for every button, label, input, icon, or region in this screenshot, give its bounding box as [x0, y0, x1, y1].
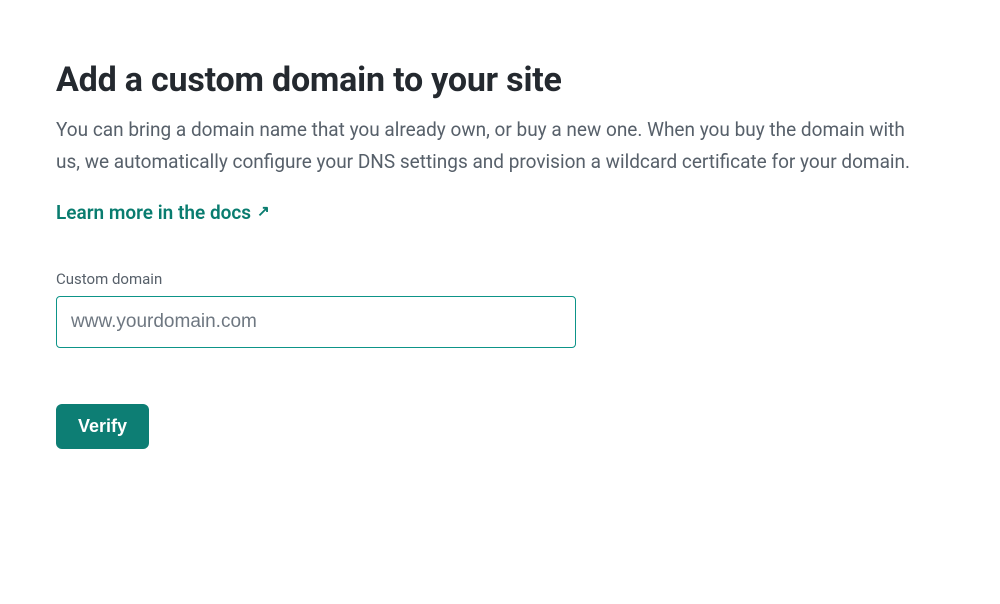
page-description: You can bring a domain name that you alr… — [56, 114, 926, 179]
external-link-icon: ↗ — [257, 204, 270, 219]
docs-link[interactable]: Learn more in the docs ↗ — [56, 201, 270, 224]
docs-link-label: Learn more in the docs — [56, 201, 251, 224]
page-title: Add a custom domain to your site — [56, 60, 944, 100]
verify-button[interactable]: Verify — [56, 404, 149, 449]
custom-domain-label: Custom domain — [56, 270, 944, 288]
custom-domain-input[interactable] — [56, 296, 576, 348]
